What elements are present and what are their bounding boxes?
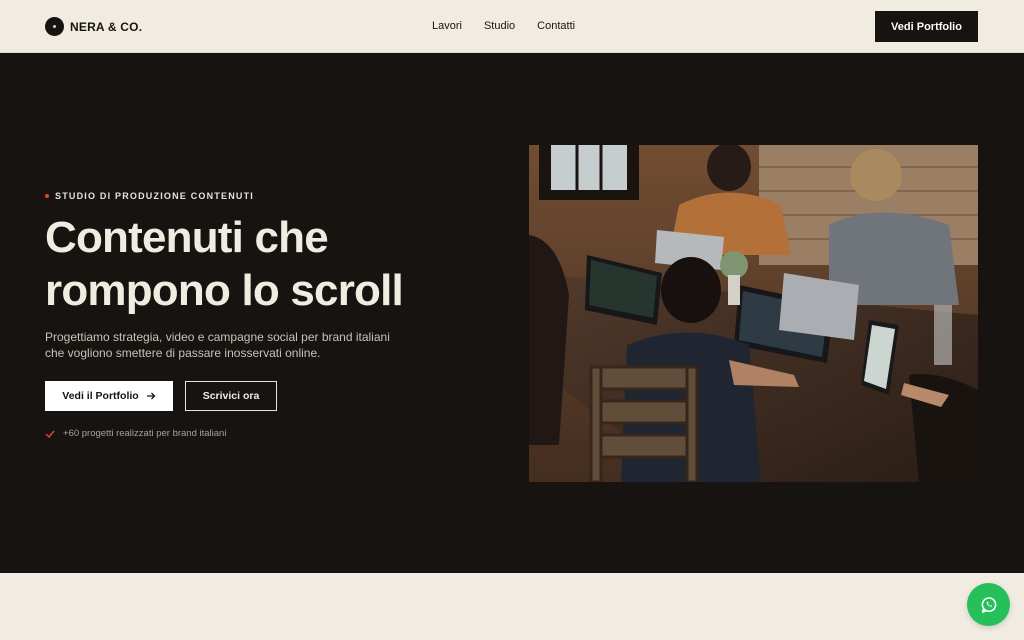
social-proof: +60 progetti realizzati per brand italia…: [45, 428, 226, 439]
headline-line-2: rompono lo scroll: [45, 266, 404, 315]
check-icon: [45, 430, 55, 438]
write-us-button[interactable]: Scrivici ora: [185, 381, 277, 411]
eyebrow-label: STUDIO DI PRODUZIONE CONTENUTI: [55, 191, 255, 201]
team-working-photo: [529, 145, 978, 482]
vinyl-record-icon: [45, 17, 64, 36]
portfolio-cta-button[interactable]: Vedi Portfolio: [875, 11, 978, 42]
eyebrow-dot-icon: [45, 194, 49, 198]
brand-logo[interactable]: NERA & CO.: [45, 17, 142, 36]
view-portfolio-button[interactable]: Vedi il Portfolio: [45, 381, 173, 411]
headline-line-1: Contenuti che: [45, 213, 329, 262]
arrow-right-icon: [146, 392, 156, 400]
whatsapp-button[interactable]: [967, 583, 1010, 626]
hero-section: STUDIO DI PRODUZIONE CONTENUTI Contenuti…: [0, 53, 1024, 573]
social-proof-text: +60 progetti realizzati per brand italia…: [63, 428, 227, 439]
nav-item-contatti[interactable]: Contatti: [537, 20, 575, 32]
main-nav: Lavori Studio Contatti: [432, 20, 575, 32]
hero-headline: Contenuti che rompono lo scroll: [45, 211, 495, 317]
site-header: NERA & CO. Lavori Studio Contatti Vedi P…: [0, 0, 1024, 53]
nav-item-studio[interactable]: Studio: [484, 20, 515, 32]
hero-description: Progettiamo strategia, video e campagne …: [45, 330, 390, 360]
nav-item-lavori[interactable]: Lavori: [432, 20, 462, 32]
brand-name: NERA & CO.: [70, 19, 143, 34]
whatsapp-icon: [981, 596, 996, 613]
hero-eyebrow: STUDIO DI PRODUZIONE CONTENUTI: [45, 191, 254, 201]
view-portfolio-label: Vedi il Portfolio: [62, 390, 139, 402]
